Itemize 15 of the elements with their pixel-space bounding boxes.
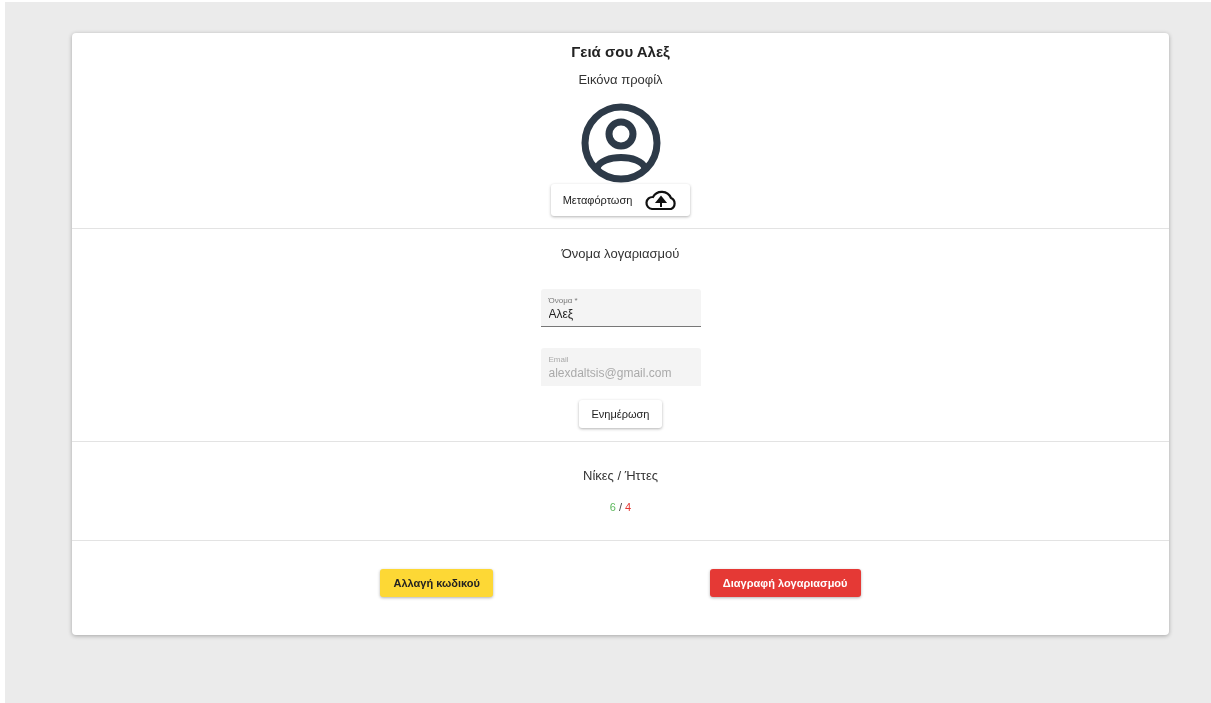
field-label: Όνομα * [548,296,579,305]
avatar-icon [579,102,662,184]
input-field[interactable]: Αλεξ [548,307,693,321]
delete-account-button[interactable]: Διαγραφή λογαριασμού [709,569,861,597]
cloud-upload-icon [644,188,679,212]
update-button[interactable]: Ενημέρωση [578,400,663,428]
greeting: Γειά σου Αλεξ [571,43,670,60]
stats-title: Νίκες / Ήττες [583,468,658,483]
score: 6 / 4 [609,501,632,513]
picture-label: Εικόνα προφίλ [578,72,663,87]
account-title: Όνομα λογαριασμού [561,246,680,261]
upload-button[interactable]: Μεταφόρτωση [550,184,691,216]
change-password-button[interactable]: Αλλαγή κωδικού [380,569,493,597]
text-field[interactable]: Όνομα * Αλεξ [540,289,701,327]
field-label: Email [548,355,570,364]
